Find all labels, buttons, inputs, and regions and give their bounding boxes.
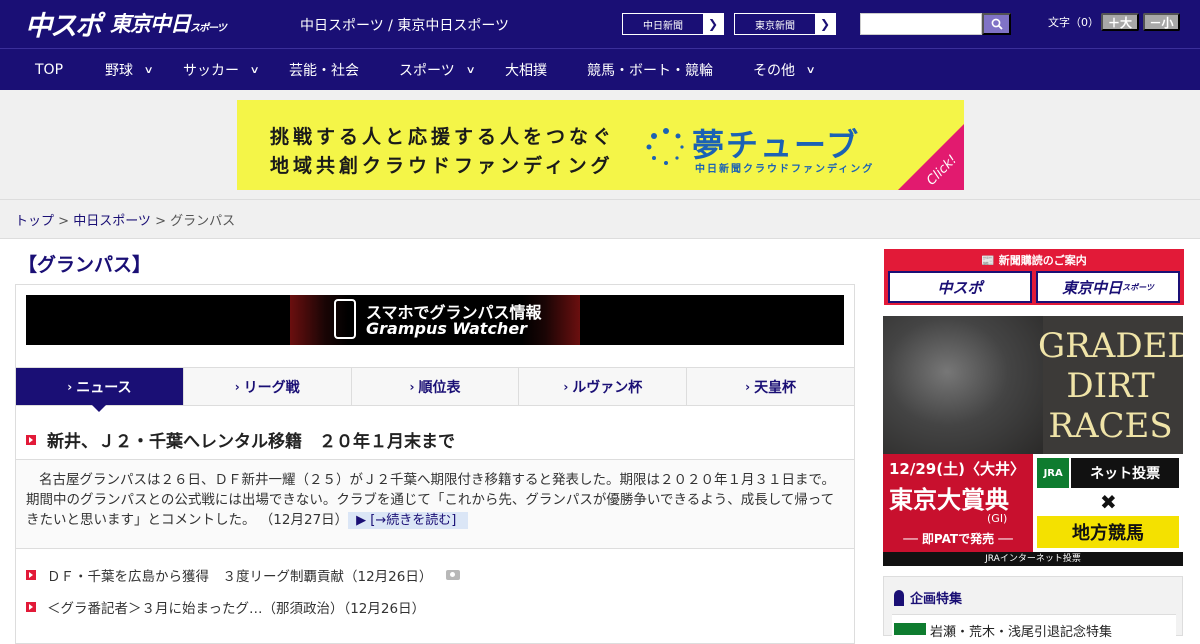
article-lead-area: 名古屋グランパスは２６日、ＤＦ新井一耀（２５）がＪ２千葉へ期限付き移籍すると発表… xyxy=(16,459,854,549)
breadcrumb: トップ > 中日スポーツ > グランパス xyxy=(0,200,1200,239)
chevron-right-icon: › xyxy=(409,379,415,394)
ad-band: 挑戦する人と応援する人をつなぐ 地域共創クラウドファンディング 夢チューブ 中日… xyxy=(0,90,1200,200)
race-name: 東京大賞典 xyxy=(889,485,1009,514)
search-icon xyxy=(991,18,1003,30)
chevron-right-icon: ❯ xyxy=(815,14,835,34)
search-input[interactable] xyxy=(860,13,982,35)
banner-line2: 地域共創クラウドファンディング xyxy=(270,155,614,177)
dots-logo-icon xyxy=(646,128,684,165)
article-date: （12月27日） xyxy=(259,512,349,528)
chiho-keiba-label: 地方競馬 xyxy=(1037,516,1179,548)
chunichi-shimbun-button[interactable]: 中日新聞 ❯ xyxy=(622,13,724,35)
nav-item-sports[interactable]: スポーツ ∨ xyxy=(399,49,476,91)
tokyo-shimbun-button[interactable]: 東京新聞 ❯ xyxy=(734,13,836,35)
nav-item-top[interactable]: TOP xyxy=(35,49,63,91)
jra-logo: JRA xyxy=(1037,458,1070,488)
red-bullet-icon xyxy=(26,602,36,612)
subscribe-tokyo-chunichi-button[interactable]: 東京中日 スポーツ xyxy=(1036,271,1180,303)
camera-icon xyxy=(446,570,461,580)
search-button[interactable] xyxy=(982,13,1011,35)
grampus-watcher-banner[interactable]: スマホでグランパス情報 Grampus Watcher xyxy=(26,295,844,345)
read-more-link[interactable]: ▶ [→続きを読む] xyxy=(348,512,469,529)
feature-thumbnail xyxy=(894,623,926,635)
news-item[interactable]: ＤＦ・千葉を広島から獲得 ３度リーグ制覇貢献（12月26日） xyxy=(26,565,461,585)
font-size-increase-button[interactable]: ＋大 xyxy=(1101,13,1139,31)
chevron-down-icon: ∨ xyxy=(805,64,816,76)
tab-emperors-cup[interactable]: › 天皇杯 xyxy=(687,368,854,405)
tab-standings[interactable]: › 順位表 xyxy=(352,368,520,405)
news-item[interactable]: ＜グラ番記者＞３月に始まったグ…（那須政治）（12月26日） xyxy=(26,597,425,617)
main-nav: TOP 野球 ∨ サッカー ∨ 芸能・社会 スポーツ ∨ 大相撲 競馬・ボート・競輪 … xyxy=(0,48,1200,90)
chevron-right-icon: › xyxy=(563,379,569,394)
breadcrumb-current: グランパス xyxy=(170,214,236,229)
race-footer: JRAインターネット投票 xyxy=(883,552,1183,566)
nav-item-sumo[interactable]: 大相撲 xyxy=(505,49,547,91)
banner-brand-sub: 中日新聞クラウドファンディング xyxy=(695,164,875,175)
race-pat: ── 即PATで発売 ── xyxy=(903,532,1013,546)
chevron-right-icon: › xyxy=(67,379,73,394)
site-logo[interactable]: 中スポ 東京中日スポーツ xyxy=(25,6,227,42)
banner-line1: 挑戦する人と応援する人をつなぐ xyxy=(270,126,616,148)
breadcrumb-top[interactable]: トップ xyxy=(15,214,54,229)
tab-league[interactable]: › リーグ戦 xyxy=(184,368,352,405)
red-bullet-icon xyxy=(26,434,36,445)
chevron-right-icon: ❯ xyxy=(703,14,723,34)
main-content: スマホでグランパス情報 Grampus Watcher › ニュース › リーグ戦 … xyxy=(15,284,855,644)
special-features-heading: 企画特集 xyxy=(894,588,962,607)
article-headline[interactable]: 新井、Ｊ２・千葉へレンタル移籍 ２０年１月末まで xyxy=(26,427,455,452)
site-links[interactable]: 中日スポーツ / 東京中日スポーツ xyxy=(300,15,509,35)
chevron-down-icon: ∨ xyxy=(465,64,476,76)
smartphone-icon xyxy=(334,299,356,339)
nav-item-racing[interactable]: 競馬・ボート・競輪 xyxy=(587,49,713,91)
race-grade: (GI) xyxy=(987,512,1008,525)
race-date: 12/29(土)〈大井〉 xyxy=(889,460,1025,478)
tab-levain-cup[interactable]: › ルヴァン杯 xyxy=(519,368,688,405)
nav-item-entertainment[interactable]: 芸能・社会 xyxy=(289,49,359,91)
font-size-label: 文字（0） xyxy=(1048,16,1099,29)
page-title: 【グランパス】 xyxy=(18,254,152,276)
subscription-heading: 📰 新聞購読のご案内 xyxy=(981,253,1087,268)
red-bullet-icon xyxy=(26,570,36,580)
nav-item-other[interactable]: その他 ∨ xyxy=(753,49,816,91)
article-lead: 名古屋グランパスは２６日、ＤＦ新井一耀（２５）がＪ２千葉へ期限付き移籍すると発表… xyxy=(26,472,835,529)
subscription-box: 📰 新聞購読のご案内 中スポ 東京中日 スポーツ xyxy=(884,249,1184,305)
yume-tube-banner[interactable]: 挑戦する人と応援する人をつなぐ 地域共創クラウドファンディング 夢チューブ 中日… xyxy=(237,100,964,190)
logo-chuspo: 中スポ xyxy=(25,10,102,42)
special-features-box: 企画特集 岩瀬・荒木・浅尾引退記念特集 xyxy=(883,576,1183,640)
nav-item-baseball[interactable]: 野球 ∨ xyxy=(105,49,154,91)
chevron-down-icon: ∨ xyxy=(143,64,154,76)
logo-tokyo-chunichi: 東京中日スポーツ xyxy=(110,12,227,36)
chevron-right-icon: › xyxy=(745,379,751,394)
font-size-decrease-button[interactable]: －小 xyxy=(1143,13,1180,31)
net-vote-label: ネット投票 xyxy=(1071,458,1179,488)
race-series-title: GRADED DIRT RACES xyxy=(1038,326,1183,446)
breadcrumb-section[interactable]: 中日スポーツ xyxy=(73,214,151,229)
ribbon-icon xyxy=(894,589,904,606)
tab-news[interactable]: › ニュース xyxy=(16,368,184,412)
chevron-right-icon: › xyxy=(234,379,240,394)
tab-bar: › ニュース › リーグ戦 › 順位表 › ルヴァン杯 › 天皇杯 xyxy=(16,367,854,412)
nav-item-soccer[interactable]: サッカー ∨ xyxy=(183,49,260,91)
site-header: 中スポ 東京中日スポーツ 中日スポーツ / 東京中日スポーツ 中日新聞 ❯ 東京新… xyxy=(0,0,1200,48)
special-feature-item[interactable]: 岩瀬・荒木・浅尾引退記念特集 xyxy=(892,614,1176,640)
cross-icon: ✖ xyxy=(1100,490,1117,514)
horse-racing-photo xyxy=(883,316,1043,456)
tokyo-daishoten-ad[interactable]: GRADED DIRT RACES 12/29(土)〈大井〉 東京大賞典 (GI… xyxy=(883,316,1183,566)
chevron-down-icon: ∨ xyxy=(249,64,260,76)
subscribe-chuspo-button[interactable]: 中スポ xyxy=(888,271,1032,303)
